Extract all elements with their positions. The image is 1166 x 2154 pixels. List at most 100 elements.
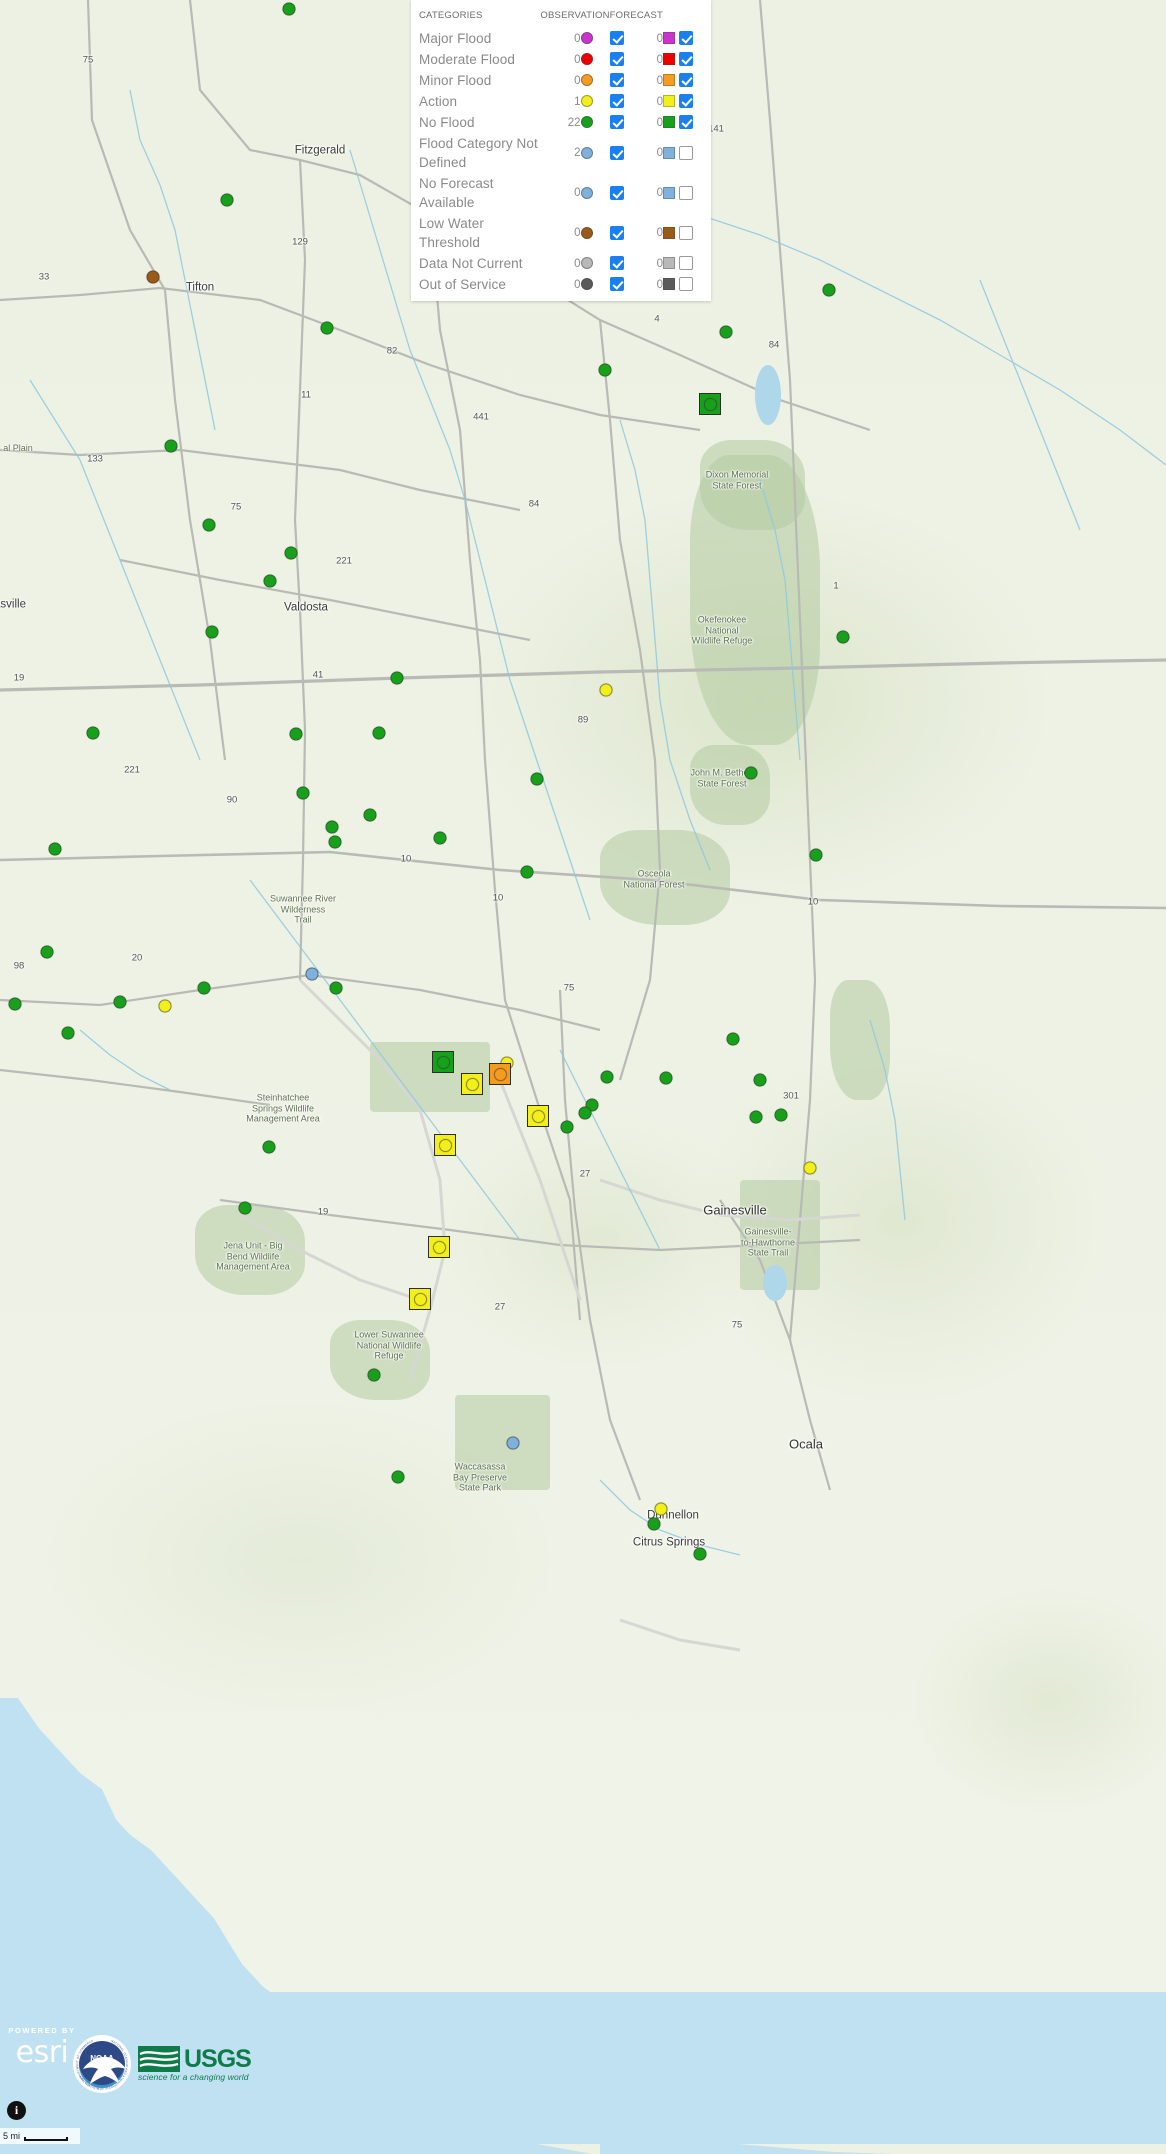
gauge-marker-observation[interactable] [433,831,447,845]
legend-forecast-checkbox[interactable] [679,253,701,274]
legend-forecast-swatch [663,274,679,295]
map-canvas[interactable]: Fitzgerald Tifton Valdosta asville Gainesvil… [0,0,1166,2154]
legend-forecast-checkbox[interactable] [679,91,701,112]
legend-forecast-checkbox[interactable] [679,213,701,253]
gauge-marker-observation[interactable] [744,766,758,780]
legend-forecast-checkbox[interactable] [679,112,701,133]
gauge-marker-forecast[interactable] [527,1105,549,1127]
legend-observation-checkbox[interactable] [609,49,637,70]
gauge-marker-observation[interactable] [305,967,319,981]
legend-forecast-checkbox[interactable] [679,274,701,295]
gauge-marker-observation[interactable] [263,574,277,588]
gauge-marker-observation[interactable] [560,1120,574,1134]
gauge-marker-observation[interactable] [726,1032,740,1046]
attribution-info-button[interactable]: i [7,2101,26,2120]
flood-category-legend-panel[interactable]: CATEGORIES OBSERVATION FORECAST Major Fl… [411,0,711,301]
legend-observation-checkbox[interactable] [609,70,637,91]
gauge-marker-observation[interactable] [520,865,534,879]
gauge-marker-observation[interactable] [749,1110,763,1124]
legend-forecast-checkbox[interactable] [679,49,701,70]
gauge-marker-observation[interactable] [284,546,298,560]
gauge-marker-observation[interactable] [158,999,172,1013]
gauge-marker-observation[interactable] [693,1547,707,1561]
legend-forecast-checkbox[interactable] [679,133,701,173]
gauge-marker-observation[interactable] [836,630,850,644]
gauge-marker-observation[interactable] [202,518,216,532]
legend-observation-swatch [580,133,610,173]
legend-observation-count: 2 [574,147,581,159]
legend-observation-checkbox[interactable] [609,112,637,133]
legend-forecast-checkbox[interactable] [679,70,701,91]
legend-observation-checkbox[interactable] [609,133,637,173]
gauge-marker-observation[interactable] [809,848,823,862]
gauge-marker-observation[interactable] [390,671,404,685]
gauge-marker-observation[interactable] [530,772,544,786]
gauge-marker-observation[interactable] [367,1368,381,1382]
gauge-marker-forecast[interactable] [489,1063,511,1085]
gauge-marker-forecast[interactable] [428,1236,450,1258]
gauge-marker-observation[interactable] [647,1517,661,1531]
gauge-marker-observation[interactable] [262,1140,276,1154]
noaa-logo: NOAA NATIONAL OCEANIC AND ATMOSPHERIC AD… [72,2034,132,2094]
gauge-marker-forecast[interactable] [461,1073,483,1095]
legend-observation-checkbox[interactable] [609,274,637,295]
legend-row: No Forecast Available 0 0 [419,173,701,213]
gauge-marker-observation[interactable] [600,1070,614,1084]
gauge-marker-observation[interactable] [598,363,612,377]
gauge-marker-observation[interactable] [774,1108,788,1122]
gauge-marker-observation[interactable] [659,1071,673,1085]
gauge-marker-observation[interactable] [391,1470,405,1484]
gauge-marker-observation[interactable] [40,945,54,959]
gauge-marker-observation[interactable] [506,1436,520,1450]
legend-observation-checkbox[interactable] [609,213,637,253]
gauge-marker-observation[interactable] [822,283,836,297]
gauge-marker-observation[interactable] [325,820,339,834]
legend-observation-checkbox[interactable] [609,253,637,274]
gauge-marker-observation[interactable] [320,321,334,335]
legend-observation-swatch [580,253,610,274]
legend-forecast-swatch [663,173,679,213]
legend-observation-checkbox[interactable] [609,28,637,49]
gauge-marker-forecast[interactable] [699,393,721,415]
gauge-marker-observation[interactable] [372,726,386,740]
gauge-marker-observation[interactable] [61,1026,75,1040]
legend-row: Moderate Flood 0 0 [419,49,701,70]
map-city-label: Tifton [185,281,215,294]
gauge-marker-observation[interactable] [803,1161,817,1175]
gauge-marker-observation[interactable] [86,726,100,740]
gauge-marker-observation[interactable] [296,786,310,800]
gauge-marker-observation[interactable] [146,270,160,284]
legend-forecast-checkbox[interactable] [679,28,701,49]
esri-wordmark: esri [15,2035,69,2070]
gauge-marker-observation[interactable] [578,1106,592,1120]
gauge-marker-observation[interactable] [719,325,733,339]
legend-forecast-checkbox[interactable] [679,173,701,213]
gauge-marker-observation[interactable] [113,995,127,1009]
gauge-marker-observation[interactable] [363,808,377,822]
gauge-marker-observation[interactable] [205,625,219,639]
legend-observation-checkbox[interactable] [609,91,637,112]
gauge-marker-observation[interactable] [654,1502,668,1516]
map-park-label: Osceola National Forest [623,868,685,890]
gauge-marker-observation[interactable] [282,2,296,16]
gauge-marker-forecast[interactable] [409,1288,431,1310]
gauge-marker-observation[interactable] [197,981,211,995]
map-highway-shield: 129 [292,236,308,248]
map-highway-shield: 75 [230,501,242,513]
gauge-marker-observation[interactable] [238,1201,252,1215]
legend-forecast-count: 0 [656,227,663,239]
gauge-marker-observation[interactable] [329,981,343,995]
gauge-marker-observation[interactable] [328,835,342,849]
gauge-marker-observation[interactable] [220,193,234,207]
legend-observation-checkbox[interactable] [609,173,637,213]
gauge-marker-observation[interactable] [289,727,303,741]
gauge-marker-observation[interactable] [753,1073,767,1087]
gauge-marker-forecast[interactable] [434,1134,456,1156]
legend-header-categories: CATEGORIES [419,10,483,21]
gauge-marker-observation[interactable] [48,842,62,856]
gauge-marker-forecast[interactable] [432,1051,454,1073]
map-highway-shield: 1 [833,580,839,592]
gauge-marker-observation[interactable] [164,439,178,453]
gauge-marker-observation[interactable] [8,997,22,1011]
gauge-marker-observation[interactable] [599,683,613,697]
